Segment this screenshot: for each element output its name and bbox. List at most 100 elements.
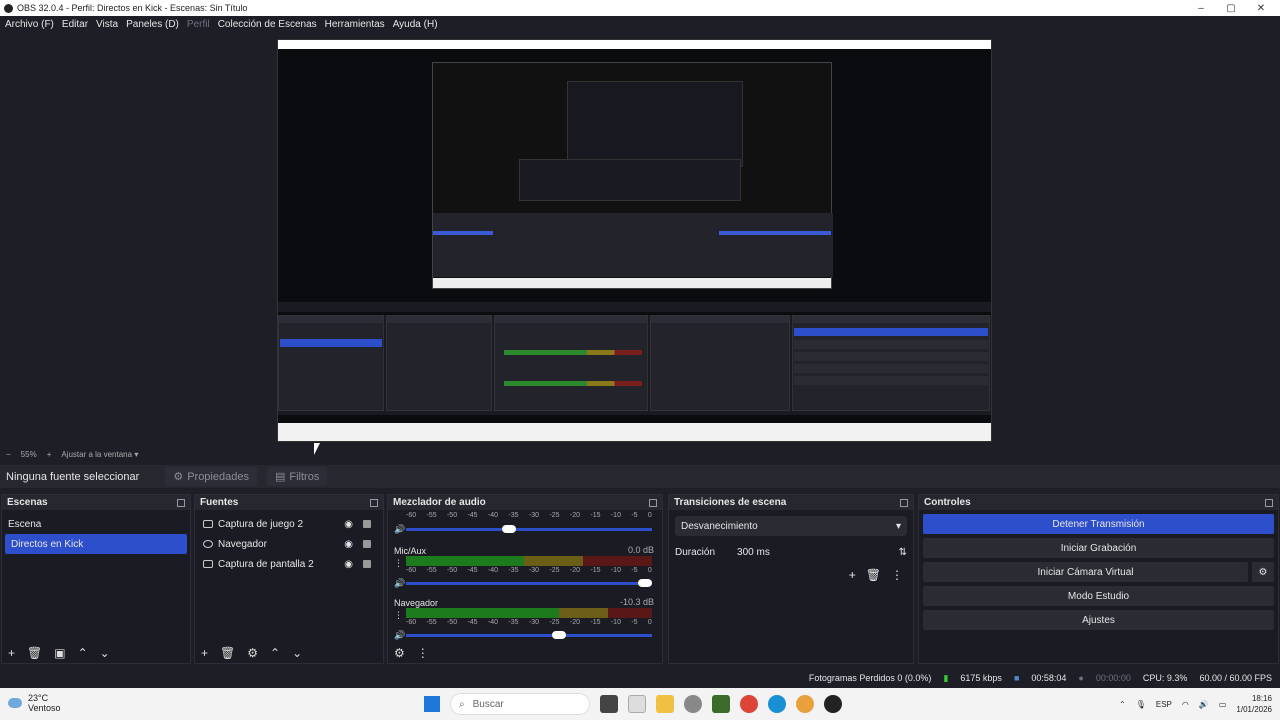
zoom-in-button[interactable]: +	[47, 450, 52, 459]
scale-tick: -25	[549, 567, 560, 574]
gear-icon[interactable]: ⚙	[394, 646, 405, 660]
menu-vista[interactable]: Vista	[96, 19, 118, 30]
lock-icon[interactable]	[363, 560, 371, 568]
eye-icon[interactable]: ◉	[344, 559, 353, 570]
filter-icon: ▤	[274, 471, 286, 483]
eye-icon[interactable]: ◉	[344, 519, 353, 530]
move-up-icon[interactable]: ⌃	[78, 646, 88, 660]
app-icon[interactable]	[684, 695, 702, 713]
properties-button[interactable]: ⚙ Propiedades	[165, 467, 257, 486]
program-preview[interactable]	[277, 39, 992, 442]
source-item-game[interactable]: Captura de juego 2 ◉	[195, 514, 383, 534]
studio-mode-button[interactable]: Modo Estudio	[923, 586, 1274, 606]
dock-float-icon[interactable]	[1265, 498, 1273, 507]
file-explorer-icon[interactable]	[656, 695, 674, 713]
gear-icon[interactable]: ⚙	[247, 646, 258, 660]
trash-icon[interactable]: 🗑	[866, 568, 881, 582]
more-icon[interactable]: ⋮	[417, 646, 429, 660]
gear-icon[interactable]: ⚙	[1252, 562, 1274, 582]
clock[interactable]: 18:16 1/01/2026	[1236, 693, 1272, 715]
menu-archivo[interactable]: Archivo (F)	[5, 19, 54, 30]
close-button[interactable]: ✕	[1246, 0, 1276, 16]
weather-widget[interactable]: 23°C Ventoso	[8, 693, 61, 713]
mouse-cursor-icon	[314, 443, 320, 455]
speaker-icon[interactable]: 🔊	[394, 578, 405, 589]
add-icon[interactable]: +	[8, 646, 15, 660]
start-recording-button[interactable]: Iniciar Grabación	[923, 538, 1274, 558]
more-icon[interactable]: ⋮	[394, 558, 403, 569]
volume-slider-knob[interactable]	[637, 579, 652, 587]
chevron-up-icon[interactable]: ⌃	[1119, 700, 1126, 709]
zoom-fit-dropdown[interactable]: Ajustar a la ventana ▾	[61, 450, 138, 459]
volume-slider[interactable]	[406, 631, 652, 639]
scene-item-directos[interactable]: Directos en Kick	[5, 534, 187, 554]
volume-slider-knob[interactable]	[551, 631, 566, 639]
lock-icon[interactable]	[363, 520, 371, 528]
dock-float-icon[interactable]	[649, 498, 657, 507]
stop-stream-button[interactable]: Detener Transmisión	[923, 514, 1274, 534]
move-down-icon[interactable]: ⌄	[292, 646, 302, 660]
speaker-icon[interactable]: 🔊	[394, 524, 405, 535]
virtual-camera-label: Iniciar Cámara Virtual	[1037, 566, 1134, 578]
obs-icon[interactable]	[824, 695, 842, 713]
preview-button	[794, 340, 988, 349]
dock-float-icon[interactable]	[900, 498, 908, 507]
battery-icon[interactable]: ▭	[1219, 700, 1227, 709]
channel-name: Mic/Aux	[394, 546, 427, 556]
source-item-display[interactable]: Captura de pantalla 2 ◉	[195, 554, 383, 574]
dock-float-icon[interactable]	[177, 498, 185, 507]
eye-icon[interactable]: ◉	[344, 539, 353, 550]
source-item-browser[interactable]: Navegador ◉	[195, 534, 383, 554]
stepper-icon[interactable]: ⇅	[899, 547, 907, 558]
preview-button	[794, 352, 988, 361]
filter-icon[interactable]: ▣	[54, 646, 65, 660]
move-down-icon[interactable]: ⌄	[100, 646, 110, 660]
chrome-icon[interactable]	[740, 695, 758, 713]
menu-coleccion[interactable]: Colección de Escenas	[218, 19, 317, 30]
menu-editar[interactable]: Editar	[62, 19, 88, 30]
edge-icon[interactable]	[768, 695, 786, 713]
add-icon[interactable]: +	[849, 568, 856, 582]
menu-herramientas[interactable]: Herramientas	[325, 19, 385, 30]
virtual-camera-button[interactable]: Iniciar Cámara Virtual ⚙	[923, 562, 1274, 582]
search-label: Buscar	[472, 698, 504, 710]
zoom-out-button[interactable]: −	[6, 450, 11, 459]
language-indicator[interactable]: ESP	[1156, 700, 1172, 709]
task-view-icon[interactable]	[600, 695, 618, 713]
move-up-icon[interactable]: ⌃	[270, 646, 280, 660]
scale-tick: -55	[426, 512, 437, 519]
microphone-icon[interactable]: 🎙	[1136, 700, 1146, 709]
minimize-button[interactable]: –	[1186, 0, 1216, 16]
trash-icon[interactable]: 🗑	[27, 646, 42, 660]
filters-button[interactable]: ▤ Filtros	[266, 467, 328, 486]
chrome-canary-icon[interactable]	[796, 695, 814, 713]
add-icon[interactable]: +	[201, 646, 208, 660]
menu-ayuda[interactable]: Ayuda (H)	[393, 19, 438, 30]
minecraft-icon[interactable]	[712, 695, 730, 713]
notepad-icon[interactable]	[628, 695, 646, 713]
scene-item-escena[interactable]: Escena	[2, 514, 190, 534]
speaker-icon[interactable]: 🔊	[394, 630, 405, 641]
trash-icon[interactable]: 🗑	[220, 646, 235, 660]
lock-icon[interactable]	[363, 540, 371, 548]
preview-nested-selection	[433, 231, 493, 235]
transition-select[interactable]: Desvanecimiento ▾	[675, 516, 907, 536]
volume-slider-knob[interactable]	[502, 525, 517, 533]
more-icon[interactable]: ⋮	[891, 568, 903, 582]
windows-start-icon[interactable]	[424, 696, 440, 712]
wifi-icon[interactable]: ◠	[1182, 700, 1189, 709]
fps: 60.00 / 60.00 FPS	[1199, 673, 1272, 683]
menu-perfil[interactable]: Perfil	[187, 19, 210, 30]
dock-float-icon[interactable]	[370, 498, 378, 507]
maximize-button[interactable]: ▢	[1216, 0, 1246, 16]
settings-button[interactable]: Ajustes	[923, 610, 1274, 630]
gear-icon: ⚙	[173, 471, 184, 483]
menu-paneles[interactable]: Paneles (D)	[126, 19, 179, 30]
volume-icon[interactable]: 🔊	[1199, 700, 1209, 709]
volume-slider[interactable]	[406, 525, 652, 533]
duration-input[interactable]: 300 ms	[733, 542, 881, 562]
more-icon[interactable]: ⋮	[394, 610, 403, 621]
volume-slider[interactable]	[406, 579, 652, 587]
meter-level	[406, 608, 559, 618]
taskbar-search[interactable]: ⌕ Buscar	[450, 693, 590, 715]
